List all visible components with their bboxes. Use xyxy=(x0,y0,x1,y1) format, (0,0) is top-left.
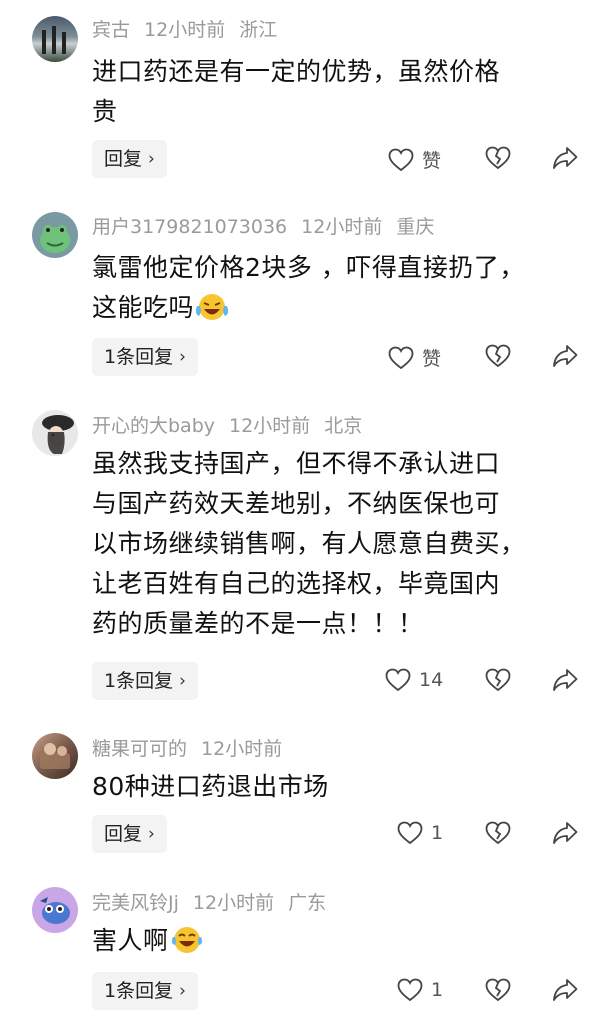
location: 浙江 xyxy=(239,19,278,41)
laughing-tears-emoji xyxy=(171,927,202,953)
share-button[interactable] xyxy=(552,821,578,845)
share-button[interactable] xyxy=(552,668,578,692)
timestamp: 12小时前 xyxy=(229,415,311,437)
comment-line: 贵 xyxy=(92,97,118,126)
comment-line: 进口药还是有一定的优势，虽然价格 xyxy=(92,57,501,86)
timestamp: 12小时前 xyxy=(192,892,275,914)
broken-heart-icon xyxy=(485,978,511,1002)
comment-meta: 完美风铃Jj 12小时前 广东 xyxy=(92,891,340,915)
comment-line: 虽然我支持国产，但不得不承认进口 xyxy=(92,449,501,478)
heart-outline-icon xyxy=(397,821,423,845)
comment-line: 以市场继续销售啊，有人愿意自费买， xyxy=(92,529,526,558)
comment-line: 这能吃吗 xyxy=(92,288,592,328)
like-button[interactable]: 赞 xyxy=(388,344,441,371)
like-button[interactable]: 14 xyxy=(385,668,443,692)
comment-text: 害人啊 xyxy=(92,921,592,961)
dislike-button[interactable] xyxy=(485,668,511,692)
heart-outline-icon xyxy=(385,668,411,692)
username[interactable]: 用户3179821073036 xyxy=(92,216,287,238)
comment-text: 进口药还是有一定的优势，虽然价格 贵 xyxy=(92,52,592,132)
comment-line: 氯雷他定价格2块多 ，吓得直接扔了， xyxy=(92,253,525,282)
share-button[interactable] xyxy=(552,344,578,368)
comment-line-text: 害人啊 xyxy=(92,926,169,955)
comment-line: 药的质量差的不是一点！！！ xyxy=(92,609,424,638)
broken-heart-icon xyxy=(485,821,511,845)
chevron-right-icon: › xyxy=(148,149,155,169)
like-count: 1 xyxy=(431,822,444,844)
broken-heart-icon xyxy=(485,146,511,170)
reply-button[interactable]: 回复 › xyxy=(92,815,167,853)
comment-text: 氯雷他定价格2块多 ，吓得直接扔了， 这能吃吗 xyxy=(92,248,592,328)
comment-meta: 糖果可可的 12小时前 xyxy=(92,737,296,761)
comment-line: 让老百姓有自己的选择权，毕竟国内 xyxy=(92,569,501,598)
share-arrow-icon xyxy=(553,345,578,367)
comment-line: 80种进口药退出市场 xyxy=(92,772,329,801)
heart-outline-icon xyxy=(397,978,423,1002)
username[interactable]: 宾古 xyxy=(92,19,130,41)
share-button[interactable] xyxy=(552,146,578,170)
avatar[interactable] xyxy=(32,410,78,456)
dislike-button[interactable] xyxy=(485,978,511,1002)
location: 北京 xyxy=(324,415,363,437)
share-arrow-icon xyxy=(553,147,578,169)
broken-heart-icon xyxy=(485,344,511,368)
chevron-right-icon: › xyxy=(148,824,155,844)
dislike-button[interactable] xyxy=(485,146,511,170)
like-button[interactable]: 1 xyxy=(397,821,443,845)
avatar[interactable] xyxy=(32,212,78,258)
dislike-button[interactable] xyxy=(485,344,511,368)
share-arrow-icon xyxy=(553,669,578,691)
chevron-right-icon: › xyxy=(179,981,186,1001)
heart-outline-icon xyxy=(388,148,414,171)
reply-button[interactable]: 回复 › xyxy=(92,140,167,178)
chevron-right-icon: › xyxy=(179,671,186,691)
comment-text: 虽然我支持国产，但不得不承认进口 与国产药效天差地别，不纳医保也可 以市场继续销… xyxy=(92,444,592,644)
reply-label: 1条回复 xyxy=(104,346,174,368)
comment-meta: 宾古 12小时前 浙江 xyxy=(92,18,291,42)
reply-button[interactable]: 1条回复 › xyxy=(92,338,198,376)
like-count: 14 xyxy=(419,669,444,691)
like-count: 1 xyxy=(431,979,444,1001)
username[interactable]: 开心的大baby xyxy=(92,415,215,437)
share-button[interactable] xyxy=(552,978,578,1002)
timestamp: 12小时前 xyxy=(144,19,226,41)
like-count: 赞 xyxy=(422,150,442,172)
comment-line: 害人啊 xyxy=(92,921,592,961)
reply-label: 回复 xyxy=(104,148,143,170)
timestamp: 12小时前 xyxy=(301,216,383,238)
like-button[interactable]: 1 xyxy=(397,978,443,1002)
reply-label: 回复 xyxy=(104,823,143,845)
chevron-right-icon: › xyxy=(179,347,186,367)
share-arrow-icon xyxy=(553,979,578,1001)
reply-button[interactable]: 1条回复 › xyxy=(92,972,198,1010)
heart-outline-icon xyxy=(388,346,414,369)
location: 重庆 xyxy=(396,216,435,238)
location: 广东 xyxy=(288,892,327,914)
comment-meta: 开心的大baby 12小时前 北京 xyxy=(92,414,376,438)
dislike-button[interactable] xyxy=(485,821,511,845)
share-arrow-icon xyxy=(553,822,578,844)
avatar[interactable] xyxy=(32,733,78,779)
username[interactable]: 糖果可可的 xyxy=(92,738,187,760)
reply-button[interactable]: 1条回复 › xyxy=(92,662,198,700)
comment-line: 与国产药效天差地别，不纳医保也可 xyxy=(92,489,501,518)
reply-label: 1条回复 xyxy=(104,980,174,1002)
crying-laughing-emoji xyxy=(195,294,229,320)
like-button[interactable]: 赞 xyxy=(388,146,441,173)
comment-meta: 用户3179821073036 12小时前 重庆 xyxy=(92,215,448,239)
comment-line-text: 这能吃吗 xyxy=(92,293,195,322)
username[interactable]: 完美风铃Jj xyxy=(92,892,179,914)
broken-heart-icon xyxy=(485,668,511,692)
like-count: 赞 xyxy=(422,348,442,370)
avatar[interactable] xyxy=(32,16,78,62)
comment-text: 80种进口药退出市场 xyxy=(92,767,592,807)
reply-label: 1条回复 xyxy=(104,670,174,692)
timestamp: 12小时前 xyxy=(201,738,283,760)
avatar[interactable] xyxy=(32,887,78,933)
